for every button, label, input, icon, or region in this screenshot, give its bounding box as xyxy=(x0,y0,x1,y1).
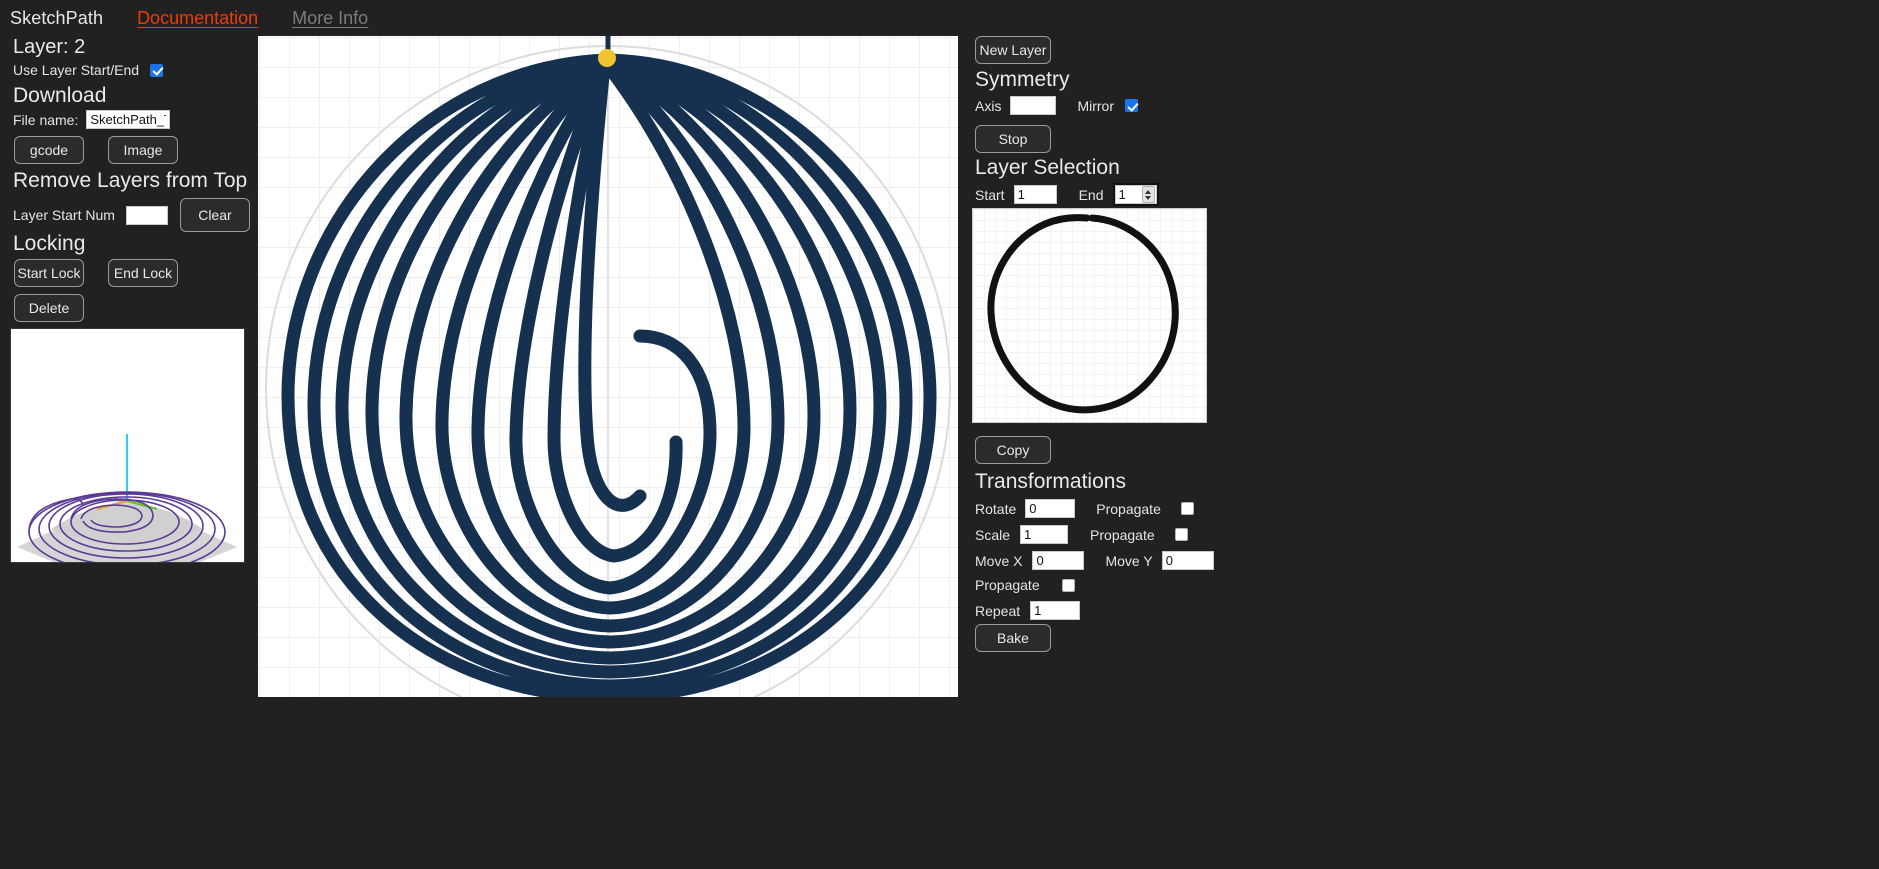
scale-row: Scale Propagate xyxy=(975,525,1188,544)
clear-button[interactable]: Clear xyxy=(179,198,250,232)
symmetry-heading: Symmetry xyxy=(975,68,1070,91)
move-propagate-label: Propagate xyxy=(975,577,1040,593)
end-input-wrapper xyxy=(1112,183,1159,206)
new-layer-button[interactable]: New Layer xyxy=(975,36,1051,64)
scale-propagate-label: Propagate xyxy=(1090,526,1155,543)
rotate-row: Rotate Propagate xyxy=(975,499,1194,518)
app-root: SketchPath Documentation More Info Layer… xyxy=(0,0,1879,869)
left-panel: Layer: 2 Use Layer Start/End Download Fi… xyxy=(0,36,258,869)
file-name-label: File name: xyxy=(13,111,79,128)
repeat-input[interactable] xyxy=(1030,601,1081,620)
download-heading: Download xyxy=(13,84,107,107)
locking-buttons: Start Lock End Lock xyxy=(14,259,178,287)
navbar: SketchPath Documentation More Info xyxy=(0,0,1879,36)
layer-start-num-row: Layer Start Num Clear xyxy=(13,198,250,232)
use-layer-start-end-label: Use Layer Start/End xyxy=(13,62,140,78)
rotate-input[interactable] xyxy=(1025,499,1076,518)
move-y-input[interactable] xyxy=(1161,551,1214,570)
file-name-row: File name: xyxy=(13,110,171,129)
mirror-label: Mirror xyxy=(1077,97,1114,114)
end-stepper[interactable] xyxy=(1141,186,1155,203)
start-label: Start xyxy=(975,186,1005,203)
layer-title: Layer: 2 xyxy=(13,36,86,58)
3d-preview-svg xyxy=(17,434,237,562)
stepper-up-icon[interactable] xyxy=(1145,189,1151,194)
stepper-down-icon[interactable] xyxy=(1145,195,1151,200)
rotate-label: Rotate xyxy=(975,500,1017,517)
use-layer-start-end-checkbox[interactable] xyxy=(150,63,164,77)
mirror-checkbox[interactable] xyxy=(1125,99,1138,112)
repeat-label: Repeat xyxy=(975,602,1021,619)
nav-link-more-info[interactable]: More Info xyxy=(292,8,368,29)
move-propagate-row: Propagate xyxy=(975,577,1075,593)
move-propagate-checkbox[interactable] xyxy=(1061,578,1075,592)
bake-button[interactable]: Bake xyxy=(975,624,1051,652)
use-layer-start-end-row: Use Layer Start/End xyxy=(13,62,164,78)
layer-preview-svg xyxy=(987,214,1179,414)
layer-preview-panel[interactable] xyxy=(972,208,1207,423)
app-brand: SketchPath xyxy=(10,7,104,28)
axis-label: Axis xyxy=(975,97,1002,114)
start-point-marker[interactable] xyxy=(598,49,616,67)
repeat-row: Repeat xyxy=(975,601,1081,620)
nav-link-documentation[interactable]: Documentation xyxy=(137,8,258,29)
transformations-heading: Transformations xyxy=(975,470,1126,493)
remove-layers-heading: Remove Layers from Top xyxy=(13,169,248,192)
start-input[interactable] xyxy=(1013,185,1057,204)
locking-heading: Locking xyxy=(13,232,86,255)
drawing-svg xyxy=(265,36,951,697)
layer-selection-range-row: Start End xyxy=(975,183,1159,206)
end-lock-button[interactable]: End Lock xyxy=(108,259,178,287)
copy-button[interactable]: Copy xyxy=(975,436,1051,464)
file-name-input[interactable] xyxy=(86,110,171,129)
move-y-label: Move Y xyxy=(1105,552,1153,569)
layer-selection-heading: Layer Selection xyxy=(975,156,1120,179)
scale-label: Scale xyxy=(975,526,1011,543)
rotate-propagate-checkbox[interactable] xyxy=(1180,502,1194,515)
delete-button[interactable]: Delete xyxy=(14,294,84,322)
stop-button[interactable]: Stop xyxy=(975,125,1051,153)
layer-shape-path xyxy=(987,214,1179,414)
end-label: End xyxy=(1078,186,1104,203)
download-image-button[interactable]: Image xyxy=(108,136,178,164)
move-x-input[interactable] xyxy=(1032,551,1085,570)
move-row: Move X Move Y xyxy=(975,551,1214,570)
rotate-propagate-label: Propagate xyxy=(1096,500,1161,517)
symmetry-axis-row: Axis Mirror xyxy=(975,96,1138,115)
scale-input[interactable] xyxy=(1020,525,1069,544)
download-gcode-button[interactable]: gcode xyxy=(14,136,84,164)
layer-start-num-input[interactable] xyxy=(125,205,168,225)
right-panel: New Layer Symmetry Axis Mirror Stop Laye… xyxy=(958,36,1879,869)
drawing-canvas[interactable] xyxy=(258,36,958,697)
layer-start-num-label: Layer Start Num xyxy=(13,207,115,223)
move-x-label: Move X xyxy=(975,552,1023,569)
download-buttons: gcode Image xyxy=(14,136,178,164)
start-lock-button[interactable]: Start Lock xyxy=(14,259,84,287)
axis-input[interactable] xyxy=(1010,96,1057,115)
3d-preview-panel[interactable] xyxy=(10,328,245,563)
scale-propagate-checkbox[interactable] xyxy=(1174,528,1188,541)
